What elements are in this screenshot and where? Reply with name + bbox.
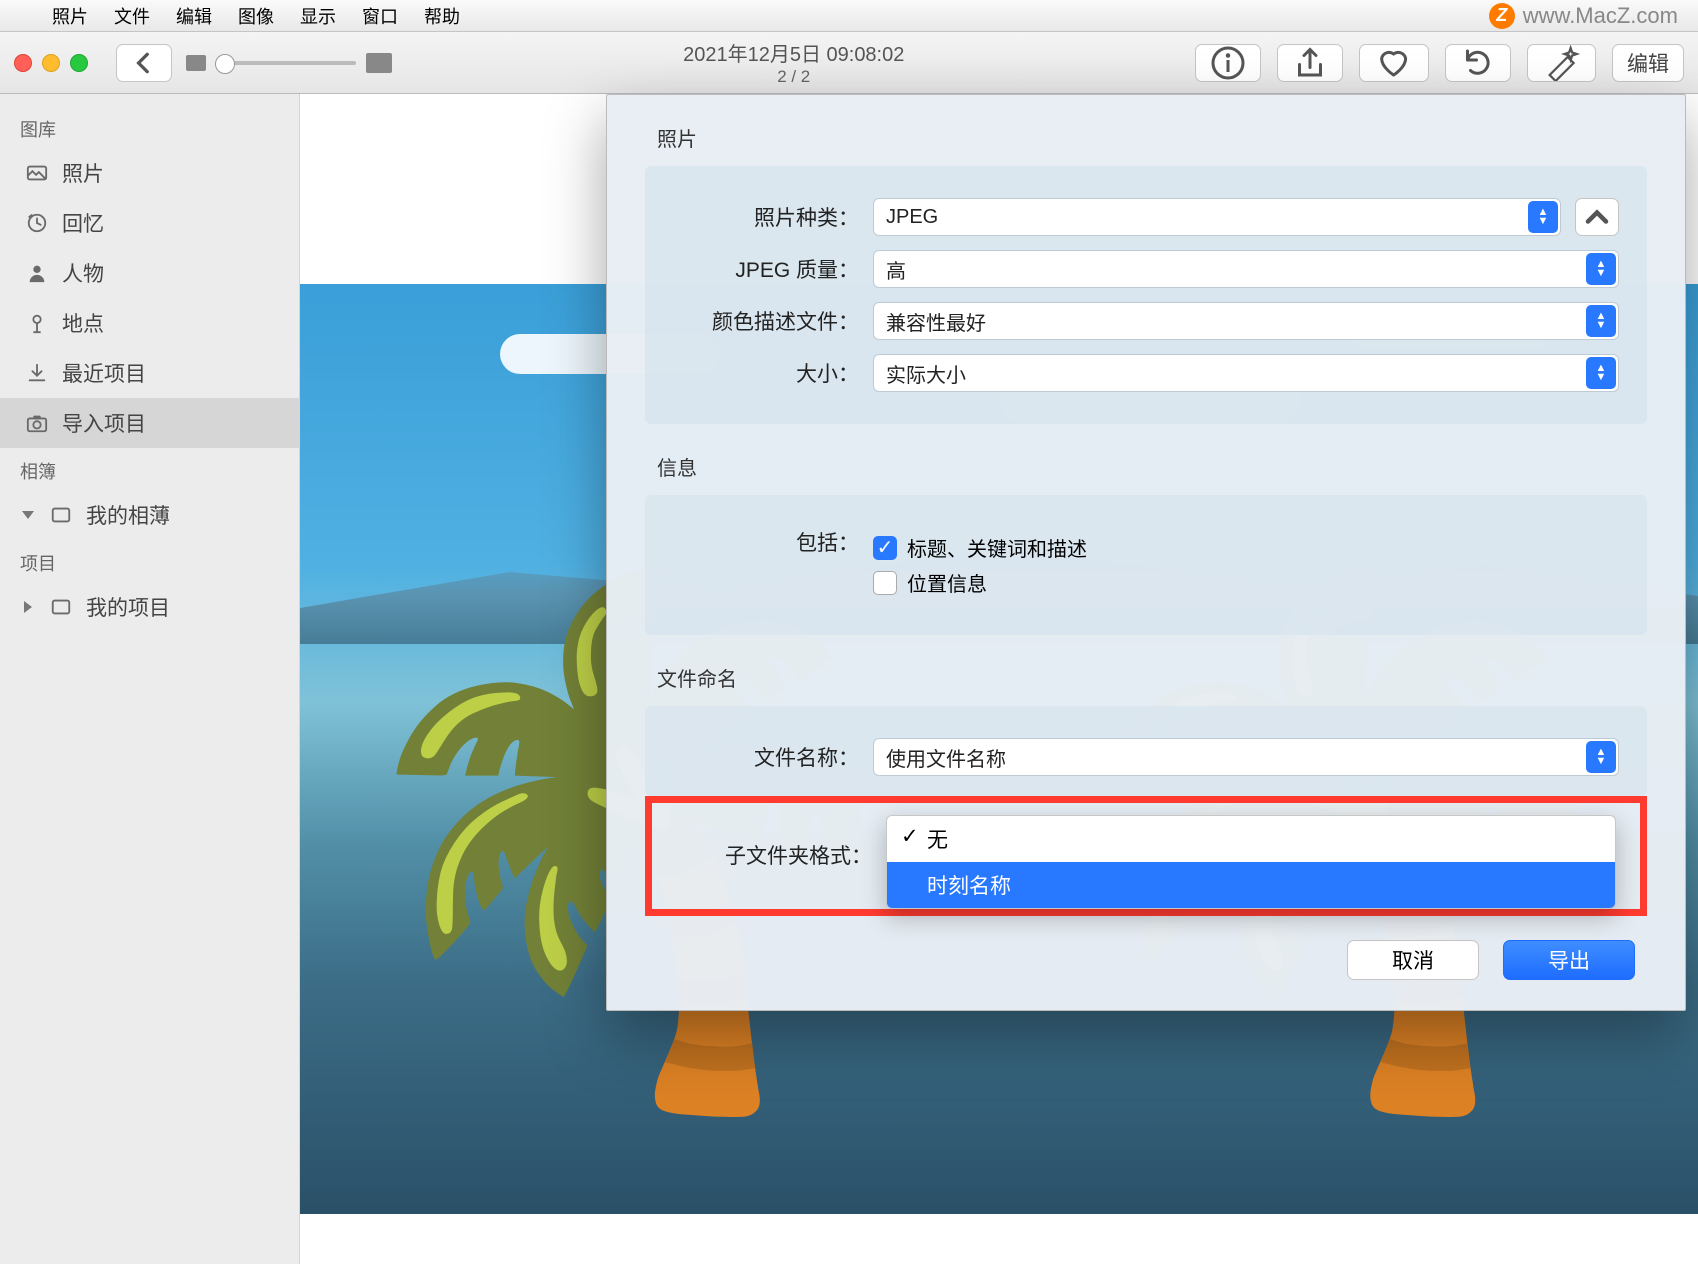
- disclosure-icon[interactable]: [22, 511, 34, 519]
- color-profile-select[interactable]: 兼容性最好 ▲▼: [873, 302, 1619, 340]
- sidebar-item-label: 最近项目: [62, 358, 146, 388]
- enhance-button[interactable]: [1527, 44, 1596, 82]
- sidebar-item-label: 导入项目: [62, 408, 146, 438]
- minimize-window-button[interactable]: [42, 54, 60, 72]
- dropdown-option-none[interactable]: 无: [887, 816, 1615, 862]
- dropdown-option-moment[interactable]: 时刻名称: [887, 862, 1615, 908]
- sidebar-header-library: 图库: [0, 106, 299, 148]
- sidebar-item-my-album[interactable]: 我的相薄: [0, 490, 299, 540]
- filename-select[interactable]: 使用文件名称 ▲▼: [873, 738, 1619, 776]
- color-profile-label: 颜色描述文件：: [673, 306, 873, 336]
- size-label: 大小：: [673, 358, 873, 388]
- section-title-photo: 照片: [607, 95, 1685, 166]
- favorite-button[interactable]: [1359, 44, 1428, 82]
- close-window-button[interactable]: [14, 54, 32, 72]
- title-date: 2021年12月5日 09:08:02: [392, 38, 1195, 67]
- disclosure-icon[interactable]: [24, 601, 32, 613]
- checkbox-label: 标题、关键词和描述: [907, 533, 1087, 562]
- title-counter: 2 / 2: [392, 67, 1195, 87]
- traffic-lights: [14, 54, 88, 72]
- export-button[interactable]: 导出: [1503, 940, 1635, 980]
- sidebar-item-label: 我的项目: [86, 592, 170, 622]
- collapse-button[interactable]: [1575, 198, 1619, 236]
- photos-icon: [24, 162, 50, 184]
- checkbox-location[interactable]: 位置信息: [873, 568, 1619, 597]
- export-dialog: 照片 照片种类： JPEG ▲▼ JPEG 质量： 高 ▲▼: [606, 94, 1686, 1011]
- sidebar-item-people[interactable]: 人物: [0, 248, 299, 298]
- jpeg-quality-select[interactable]: 高 ▲▼: [873, 250, 1619, 288]
- include-label: 包括：: [673, 527, 873, 557]
- subfolder-highlight: 子文件夹格式： 无 时刻名称: [645, 796, 1647, 916]
- watermark-logo-icon: Z: [1489, 3, 1515, 29]
- content-area: 🌴 🌴 照片 照片种类： JPEG ▲▼ JPEG 质量：: [300, 94, 1698, 1264]
- select-value: 实际大小: [886, 359, 966, 388]
- sidebar-item-memories[interactable]: 回忆: [0, 198, 299, 248]
- sidebar-item-my-project[interactable]: 我的项目: [0, 582, 299, 632]
- share-button[interactable]: [1277, 44, 1343, 82]
- filename-label: 文件名称：: [673, 742, 873, 772]
- zoom-small-icon: [186, 55, 206, 71]
- sidebar-item-label: 照片: [62, 158, 104, 188]
- zoom-large-icon: [366, 53, 392, 73]
- subfolder-dropdown[interactable]: 无 时刻名称: [886, 815, 1616, 909]
- menu-window[interactable]: 窗口: [362, 3, 398, 29]
- sidebar-item-places[interactable]: 地点: [0, 298, 299, 348]
- checkbox-label: 位置信息: [907, 568, 987, 597]
- maximize-window-button[interactable]: [70, 54, 88, 72]
- download-icon: [24, 362, 50, 384]
- subfolder-label: 子文件夹格式：: [674, 840, 886, 870]
- select-value: JPEG: [886, 206, 938, 229]
- sidebar: 图库 照片 回忆 人物 地点 最近项目 导入项目 相簿 我的相薄: [0, 94, 300, 1264]
- checkbox-checked-icon: ✓: [873, 536, 897, 560]
- menu-photos[interactable]: 照片: [52, 3, 88, 29]
- pin-icon: [24, 312, 50, 334]
- section-title-info: 信息: [607, 424, 1685, 495]
- info-button[interactable]: [1195, 44, 1261, 82]
- sidebar-item-label: 回忆: [62, 208, 104, 238]
- zoom-slider[interactable]: [186, 53, 392, 73]
- sidebar-item-recent[interactable]: 最近项目: [0, 348, 299, 398]
- select-value: 高: [886, 255, 906, 284]
- sidebar-item-label: 我的相薄: [86, 500, 170, 530]
- sidebar-header-projects: 项目: [0, 540, 299, 582]
- menu-help[interactable]: 帮助: [424, 3, 460, 29]
- back-button[interactable]: [116, 44, 172, 82]
- size-select[interactable]: 实际大小 ▲▼: [873, 354, 1619, 392]
- sidebar-item-imports[interactable]: 导入项目: [0, 398, 299, 448]
- checkbox-title-keywords[interactable]: ✓ 标题、关键词和描述: [873, 533, 1619, 562]
- watermark: Z www.MacZ.com: [1489, 3, 1678, 29]
- checkbox-unchecked-icon: [873, 571, 897, 595]
- album-icon: [48, 504, 74, 526]
- rotate-button[interactable]: [1445, 44, 1511, 82]
- watermark-text: www.MacZ.com: [1523, 3, 1678, 29]
- menu-view[interactable]: 显示: [300, 3, 336, 29]
- project-icon: [48, 596, 74, 618]
- select-value: 兼容性最好: [886, 307, 986, 336]
- select-arrows-icon: ▲▼: [1528, 201, 1558, 233]
- select-arrows-icon: ▲▼: [1586, 305, 1616, 337]
- menu-file[interactable]: 文件: [114, 3, 150, 29]
- menu-image[interactable]: 图像: [238, 3, 274, 29]
- edit-button[interactable]: 编辑: [1612, 44, 1684, 82]
- toolbar-title: 2021年12月5日 09:08:02 2 / 2: [392, 38, 1195, 87]
- cancel-button[interactable]: 取消: [1347, 940, 1479, 980]
- sidebar-header-albums: 相簿: [0, 448, 299, 490]
- select-arrows-icon: ▲▼: [1586, 741, 1616, 773]
- section-title-filename: 文件命名: [607, 635, 1685, 706]
- photo-type-select[interactable]: JPEG ▲▼: [873, 198, 1561, 236]
- select-value: 使用文件名称: [886, 743, 1006, 772]
- clock-icon: [24, 212, 50, 234]
- menu-edit[interactable]: 编辑: [176, 3, 212, 29]
- sidebar-item-label: 地点: [62, 308, 104, 338]
- sidebar-item-label: 人物: [62, 258, 104, 288]
- camera-icon: [24, 412, 50, 434]
- select-arrows-icon: ▲▼: [1586, 253, 1616, 285]
- select-arrows-icon: ▲▼: [1586, 357, 1616, 389]
- person-icon: [24, 262, 50, 284]
- sidebar-item-photos[interactable]: 照片: [0, 148, 299, 198]
- window-toolbar: 2021年12月5日 09:08:02 2 / 2 编辑: [0, 32, 1698, 94]
- menubar: 照片 文件 编辑 图像 显示 窗口 帮助 Z www.MacZ.com: [0, 0, 1698, 32]
- photo-type-label: 照片种类：: [673, 202, 873, 232]
- jpeg-quality-label: JPEG 质量：: [673, 254, 873, 284]
